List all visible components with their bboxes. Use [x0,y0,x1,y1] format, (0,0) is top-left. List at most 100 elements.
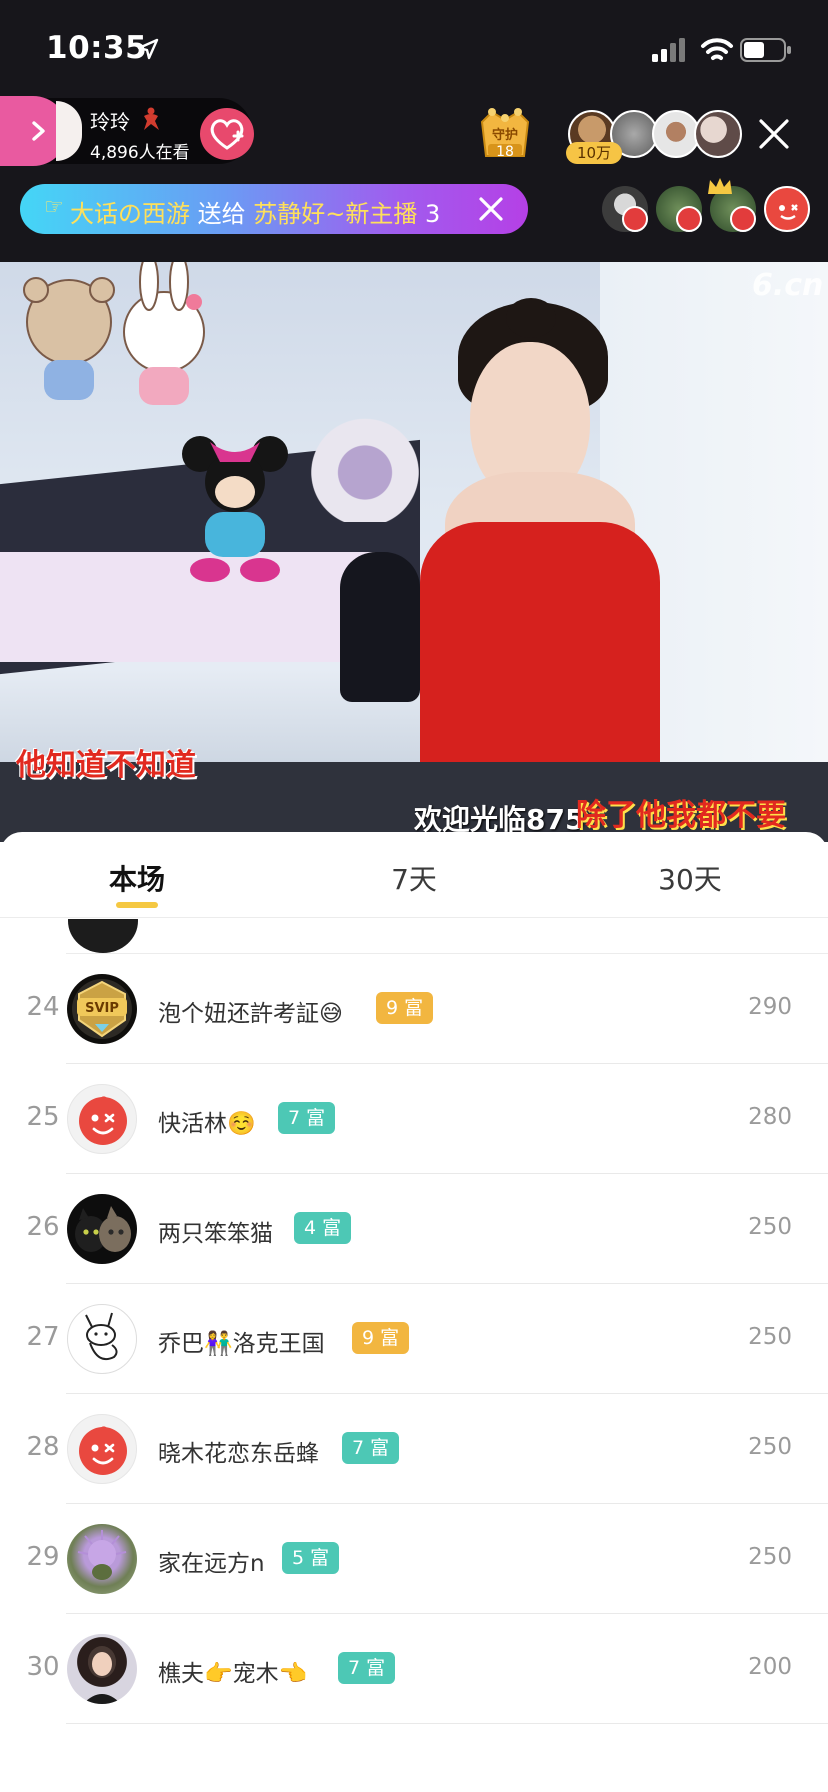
portrait-photo [83,1642,121,1704]
top-viewer-avatar[interactable] [652,110,700,158]
svip-badge-icon: SVIP [77,980,127,1038]
cats-photo [75,1206,131,1252]
status-bar: 10:35 [0,0,828,96]
wealth-level-badge: 7 富 [278,1102,336,1134]
seat-badge-icon [730,206,756,232]
default-face-icon [79,1096,127,1145]
seat-badge-icon [676,206,702,232]
video-flower-bouquet [300,412,430,522]
video-person-bun [506,298,556,338]
wealth-level-badge: 9 富 [376,992,434,1024]
default-red-avatar[interactable] [67,1414,137,1484]
user-name: 快活林☺️ [158,1111,256,1137]
status-time: 10:35 [46,30,148,66]
seat-badge-icon [622,206,648,232]
list-item[interactable]: 27 乔巴👫洛克王国 9 富 250 [0,1284,828,1394]
rabbit-sketch-icon [85,1312,118,1361]
user-name: 晓木花恋东岳蜂 [158,1441,319,1467]
rank-number: 24 [26,992,60,1022]
default-face-icon [79,1426,127,1475]
list-item[interactable]: 26 两只笨笨猫 4 富 250 [0,1174,828,1284]
list-item[interactable]: 28 晓木花恋东岳蜂 7 富 250 [0,1394,828,1504]
woman-avatar[interactable] [67,1634,137,1704]
minnie-plush-toy [182,436,288,582]
tab-30-days[interactable]: 30天 [610,858,770,898]
default-red-avatar[interactable] [67,1084,137,1154]
thistle-flower-photo [77,1530,127,1580]
video-caption-right: 除了他我都不要 [576,798,786,833]
guard-label: 守护 [491,128,518,143]
contribution-score: 290 [748,994,792,1020]
wealth-level-badge: 4 富 [294,1212,352,1244]
top-viewer-avatar[interactable] [694,110,742,158]
ranking-tabs: 本场 7天 30天 [0,832,828,918]
default-face-icon [779,204,798,220]
crown-icon [708,178,732,194]
wealth-level-badge: 9 富 [352,1322,410,1354]
wealth-level-badge: 7 富 [338,1652,396,1684]
contribution-score: 250 [748,1544,792,1570]
anchor-name: 玲玲 [90,110,130,134]
rabbit-sketch-avatar[interactable] [67,1304,137,1374]
cellular-signal-icon [652,38,685,62]
thistle-avatar[interactable] [67,1524,137,1594]
contribution-score: 250 [748,1324,792,1350]
wifi-icon [701,38,733,60]
video-watermark: 6.cn [752,268,824,303]
active-tab-indicator [116,902,158,908]
gift-broadcast-banner[interactable]: ☞ 大话の西游 送给 苏静好~新主播 3 [20,184,528,234]
close-banner-icon[interactable] [474,192,508,226]
pointing-hand-icon: ☞ [44,195,64,220]
contribution-ranking-sheet: 本场 7天 30天 24 SVIP 泡个妞还許考証😅 9 富 290 25 快活… [0,832,828,1792]
tab-7-days[interactable]: 7天 [334,858,494,898]
user-name: 乔巴👫洛克王国 [158,1331,325,1357]
viewer-count: 4,896人在看 [90,143,190,163]
dancer-emoji-icon [144,107,159,130]
rank-number: 27 [26,1322,60,1352]
contribution-score: 280 [748,1104,792,1130]
close-icon[interactable] [756,116,792,152]
location-arrow-icon [137,38,159,60]
contribution-badge: 10万 [566,142,622,164]
user-name: 樵夫👉宠木👈 [158,1661,308,1687]
rank-number: 30 [26,1652,60,1682]
live-room-header: 10:35 玲玲 4,896人在看 守护 18 10万 ☞ 大话の西游 送给 苏… [0,0,828,262]
rank-number: 26 [26,1212,60,1242]
live-video-stream[interactable]: 6.cn 他知道不知道 欢迎光临875 除了他我都不要 [0,262,828,842]
row-divider [66,1723,828,1724]
gift-count: 3 [417,200,441,228]
bear-rabbit-sticker [23,262,205,405]
video-caption-left: 他知道不知道 [16,748,196,783]
contribution-score: 250 [748,1214,792,1240]
rank-number: 25 [26,1102,60,1132]
rank-number: 28 [26,1432,60,1462]
ranking-list[interactable]: 24 SVIP 泡个妞还許考証😅 9 富 290 25 快活林☺️ 7 富 28… [0,919,828,1792]
list-item-partial [66,919,828,954]
gift-sender: 大话の西游 [70,200,190,228]
gift-verb: 送给 [190,200,254,228]
svip-avatar[interactable]: SVIP [67,974,137,1044]
tab-this-session[interactable]: 本场 [57,858,217,898]
battery-icon [740,38,791,62]
user-name: 两只笨笨猫 [158,1221,273,1247]
rank-number: 29 [26,1542,60,1572]
list-item[interactable]: 25 快活林☺️ 7 富 280 [0,1064,828,1174]
list-item[interactable]: 30 樵夫👉宠木👈 7 富 200 [0,1614,828,1724]
audience-avatar[interactable] [764,186,810,232]
contribution-score: 200 [748,1654,792,1680]
chevron-right-icon [32,121,45,141]
guard-count: 18 [496,144,514,160]
gift-receiver: 苏静好~新主播 [253,200,418,228]
contribution-score: 250 [748,1434,792,1460]
wealth-level-badge: 5 富 [282,1542,340,1574]
video-microphone [340,552,420,702]
list-item[interactable]: 24 SVIP 泡个妞还許考証😅 9 富 290 [0,954,828,1064]
svg-text:SVIP: SVIP [85,1001,119,1016]
list-item[interactable]: 29 家在远方n 5 富 250 [0,1504,828,1614]
follow-button[interactable] [200,108,254,160]
wealth-level-badge: 7 富 [342,1432,400,1464]
gift-broadcast-text: 大话の西游 送给 苏静好~新主播 3 [70,194,440,229]
user-name: 泡个妞还許考証😅 [158,1001,343,1027]
heart-plus-icon [210,119,244,150]
cats-avatar[interactable] [67,1194,137,1264]
